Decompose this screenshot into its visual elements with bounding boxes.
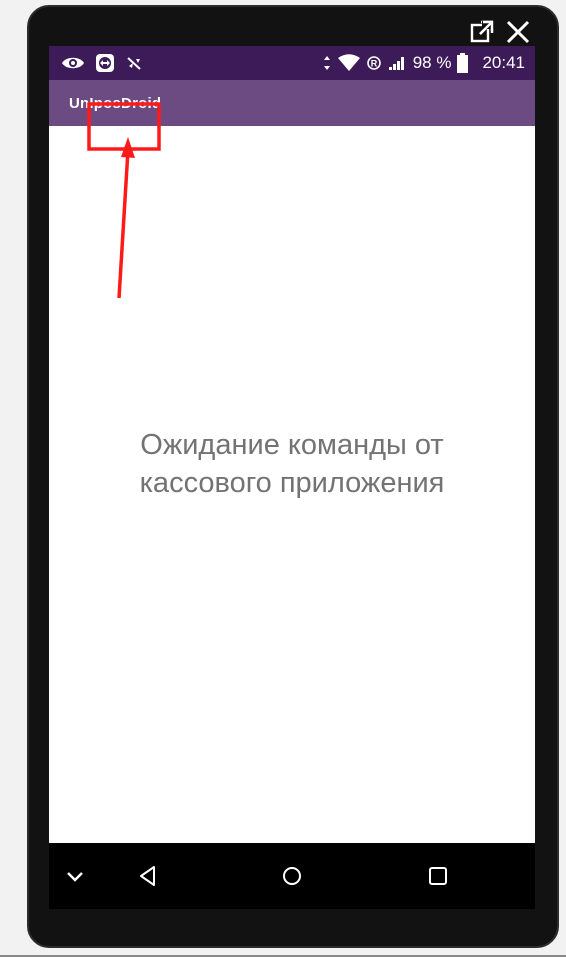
battery-percent: 98 % (412, 53, 452, 72)
device-screen: R 98 % 20:41 UnIposDroid Ожидание команд… (49, 46, 535, 909)
status-bar-left (61, 53, 143, 73)
navigation-bar (49, 843, 535, 909)
roaming-icon: R (366, 56, 381, 70)
external-open-icon[interactable] (469, 19, 495, 45)
status-bar: R 98 % 20:41 (49, 46, 535, 80)
app-title: UnIposDroid (69, 94, 162, 112)
status-time: 20:41 (482, 53, 525, 72)
waiting-message: Ожидание команды от кассового приложения (49, 426, 535, 502)
main-content: Ожидание команды от кассового приложения (49, 126, 535, 843)
app-bar: UnIposDroid (49, 80, 535, 126)
status-bar-right: R 98 % 20:41 (323, 53, 525, 73)
back-icon (140, 866, 155, 886)
wifi-icon (337, 54, 360, 71)
eye-icon (62, 57, 84, 69)
chevron-down-icon (67, 872, 83, 882)
recents-icon (429, 867, 447, 885)
waiting-message-line2: кассового приложения (139, 467, 445, 499)
svg-text:R: R (370, 59, 377, 69)
teamviewer-icon (96, 54, 114, 72)
no-signal-icon (127, 57, 141, 70)
nav-hide-keyboard-button[interactable] (60, 861, 90, 891)
nav-home-button[interactable] (277, 861, 307, 891)
waiting-message-line1: Ожидание команды от (140, 429, 444, 461)
cell-signal-icon (388, 57, 404, 70)
page: R 98 % 20:41 UnIposDroid Ожидание команд… (0, 0, 566, 957)
window-controls (469, 19, 531, 45)
battery-icon (457, 53, 469, 73)
home-icon (283, 867, 301, 885)
data-arrows-icon (323, 56, 330, 70)
nav-back-button[interactable] (133, 861, 163, 891)
close-icon[interactable] (505, 19, 531, 45)
nav-recents-button[interactable] (423, 861, 453, 891)
